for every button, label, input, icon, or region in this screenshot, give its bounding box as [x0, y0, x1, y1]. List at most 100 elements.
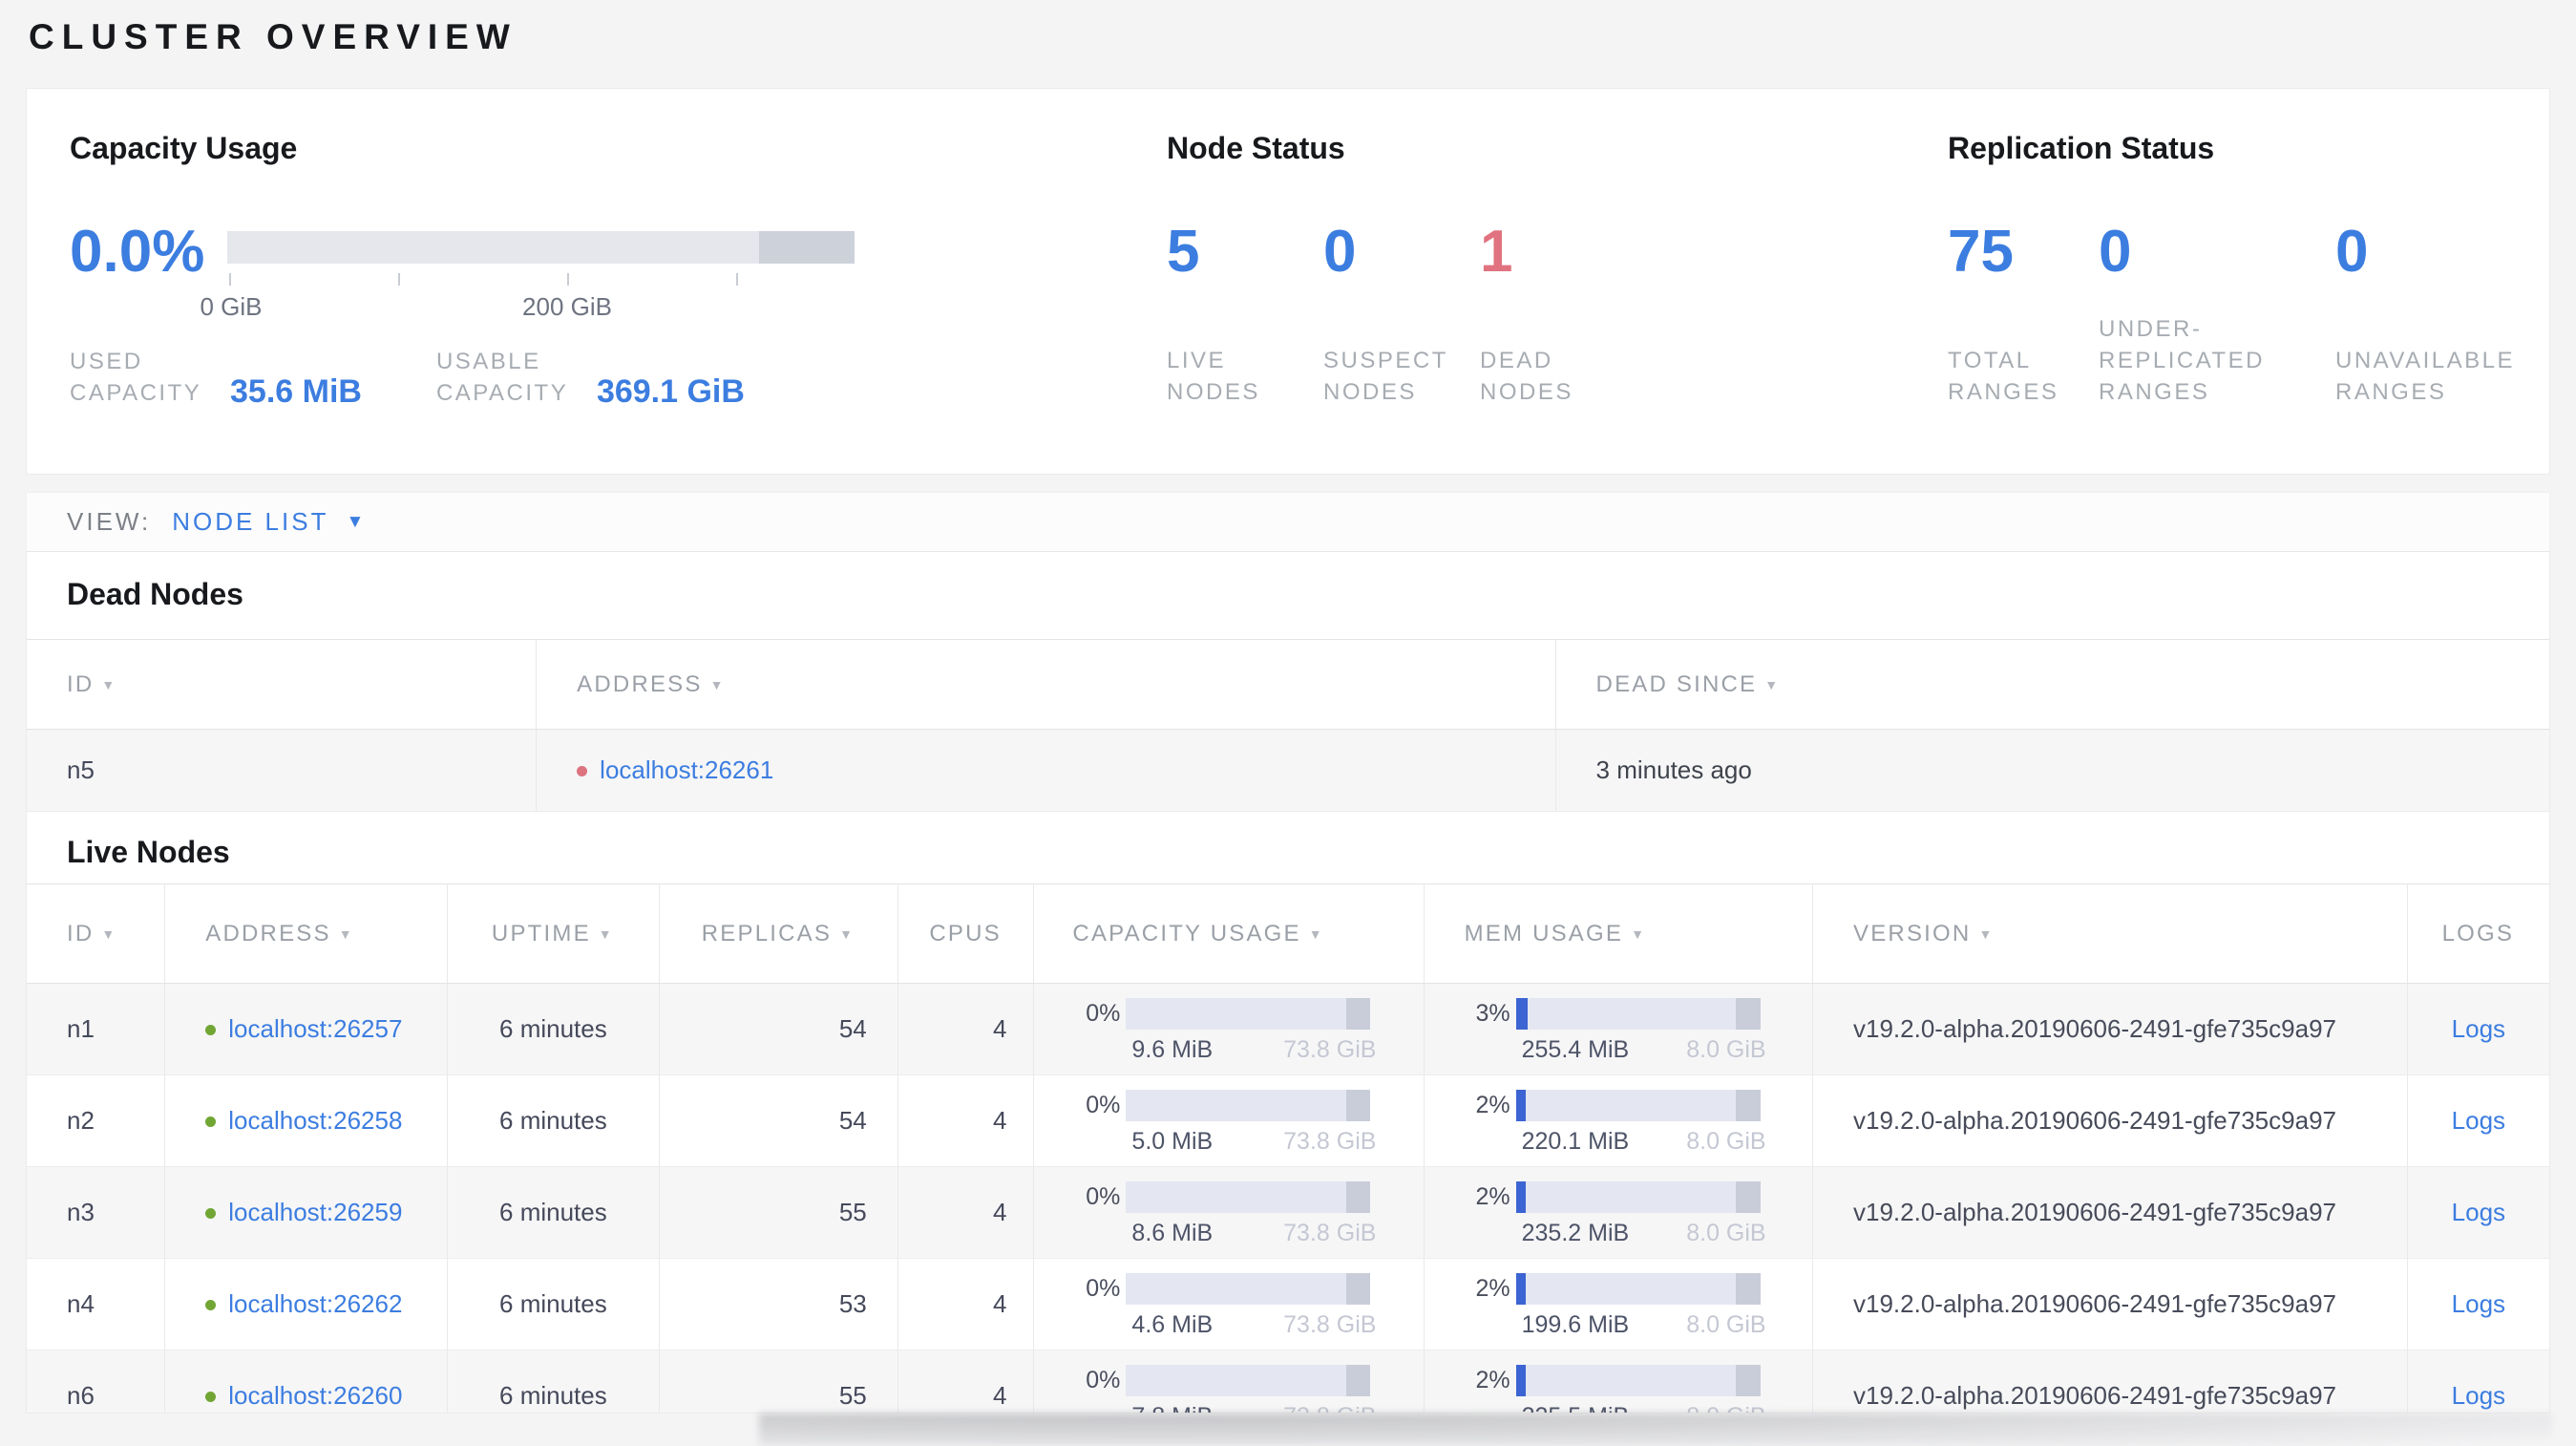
sort-desc-icon: ▼	[1631, 925, 1647, 942]
capacity-percent: 0%	[1086, 1000, 1121, 1027]
nodes-tables-card: Dead Nodes ID ▼ ADDRESS ▼ DEAD SINCE ▼ n5 l…	[26, 551, 2550, 1414]
capacity-usage-cell: 0% 5.0 MiB 73.8 GiB	[1033, 1074, 1425, 1167]
dead-nodes-header-row: ID ▼ ADDRESS ▼ DEAD SINCE ▼	[27, 639, 2549, 730]
unavailable-ranges-label: UNAVAILABLE RANGES	[2335, 348, 2516, 405]
live-node-row: n1 localhost:26257 6 minutes 54 4 0% 9.6…	[27, 983, 2549, 1075]
mem-total: 8.0 GiB	[1686, 1128, 1766, 1155]
capacity-usage-cell: 0% 8.6 MiB 73.8 GiB	[1033, 1166, 1425, 1259]
logs-link[interactable]: Logs	[2452, 1106, 2505, 1135]
version-cell: v19.2.0-alpha.20190606-2491-gfe735c9a97	[1812, 983, 2408, 1075]
sort-desc-icon: ▼	[1978, 925, 1995, 942]
sort-desc-icon: ▼	[101, 925, 117, 942]
capacity-percent: 0%	[1086, 1275, 1121, 1302]
dead-nodes-table: ID ▼ ADDRESS ▼ DEAD SINCE ▼ n5 localhost:26…	[27, 639, 2549, 812]
capacity-total: 73.8 GiB	[1283, 1311, 1377, 1338]
node-address-link[interactable]: localhost:26259	[228, 1198, 402, 1226]
chevron-down-icon[interactable]: ▼	[346, 513, 364, 531]
live-col-uptime[interactable]: UPTIME ▼	[447, 883, 661, 984]
mem-mini-bar	[1515, 1090, 1761, 1121]
under-replicated-ranges-stat: 0 UNDER- REPLICATED RANGES	[2099, 218, 2335, 408]
logs-link[interactable]: Logs	[2452, 1381, 2505, 1410]
logs-cell: Logs	[2407, 1258, 2549, 1350]
dead-col-dead-since[interactable]: DEAD SINCE ▼	[1555, 639, 2549, 730]
sort-desc-icon: ▼	[598, 925, 614, 942]
suspect-nodes-stat: 0 SUSPECT NODES	[1323, 218, 1480, 408]
dead-col-address[interactable]: ADDRESS ▼	[536, 639, 1556, 730]
node-address-cell: localhost:26260	[164, 1350, 448, 1413]
capacity-used: 7.8 MiB	[1131, 1403, 1213, 1413]
uptime-cell: 6 minutes	[447, 983, 661, 1075]
mem-total: 8.0 GiB	[1686, 1403, 1765, 1413]
logs-cell: Logs	[2407, 983, 2549, 1075]
live-nodes-heading: Live Nodes	[67, 835, 230, 869]
under-replicated-ranges-count: 0	[2099, 219, 2132, 285]
live-col-mem-usage[interactable]: MEM USAGE ▼	[1424, 883, 1814, 984]
logs-link[interactable]: Logs	[2452, 1014, 2505, 1043]
window-edge-shadow	[759, 1414, 2552, 1446]
capacity-used: 9.6 MiB	[1131, 1036, 1214, 1063]
capacity-usage-title: Capacity Usage	[70, 131, 298, 165]
live-nodes-label: LIVE NODES	[1167, 348, 1260, 405]
replication-status-section: Replication Status 75 TOTAL RANGES 0 UND…	[1948, 131, 2515, 474]
node-id-cell: n4	[27, 1258, 166, 1350]
mem-total: 8.0 GiB	[1686, 1220, 1766, 1246]
node-address-link[interactable]: localhost:26260	[228, 1381, 402, 1410]
capacity-total: 73.8 GiB	[1283, 1036, 1377, 1063]
unavailable-ranges-stat: 0 UNAVAILABLE RANGES	[2335, 218, 2515, 408]
node-id-cell: n1	[27, 983, 166, 1075]
used-capacity-label: USED CAPACITY	[70, 349, 202, 406]
capacity-percent-value: 0.0%	[70, 219, 205, 285]
replicas-cell: 54	[659, 1074, 898, 1167]
used-capacity-value: 35.6 MiB	[230, 373, 362, 410]
node-address-link[interactable]: localhost:26258	[228, 1106, 402, 1135]
node-id-cell: n6	[27, 1350, 166, 1413]
version-cell: v19.2.0-alpha.20190606-2491-gfe735c9a97	[1812, 1350, 2408, 1413]
node-address-link[interactable]: localhost:26257	[228, 1014, 402, 1043]
axis-tick-label: 0 GiB	[200, 292, 263, 321]
mem-mini-bar	[1515, 1365, 1761, 1396]
capacity-total: 73.8 GiB	[1283, 1403, 1376, 1413]
capacity-percent: 0%	[1086, 1183, 1121, 1210]
capacity-bar-track	[227, 231, 855, 264]
live-status-dot-icon	[205, 1208, 217, 1219]
live-node-row: n2 localhost:26258 6 minutes 54 4 0% 5.0…	[27, 1074, 2549, 1167]
logs-link[interactable]: Logs	[2452, 1198, 2505, 1226]
node-address-link[interactable]: localhost:26261	[600, 755, 773, 784]
live-nodes-stat: 5 LIVE NODES	[1167, 218, 1323, 408]
live-col-replicas[interactable]: REPLICAS ▼	[659, 883, 898, 984]
mem-used: 235.2 MiB	[1521, 1220, 1630, 1246]
view-mode-dropdown[interactable]: NODE LIST ▼	[151, 507, 364, 537]
dead-col-id[interactable]: ID ▼	[27, 639, 538, 730]
sort-desc-icon: ▼	[709, 676, 726, 692]
live-status-dot-icon	[205, 1025, 217, 1035]
node-address-cell: localhost:26262	[164, 1258, 448, 1350]
suspect-nodes-label: SUSPECT NODES	[1323, 348, 1448, 405]
mem-usage-cell: 2% 225.5 MiB 8.0 GiB	[1424, 1350, 1814, 1413]
live-col-cpus: CPUS	[897, 883, 1035, 984]
capacity-usage-section: Capacity Usage 0.0% 0 GiB 200 GiB USED C…	[70, 131, 1167, 474]
live-col-capacity-usage[interactable]: CAPACITY USAGE ▼	[1033, 883, 1425, 984]
node-id-cell: n3	[27, 1166, 166, 1259]
view-mode-selected[interactable]: NODE LIST	[172, 507, 328, 537]
mem-percent: 2%	[1475, 1367, 1510, 1393]
dead-nodes-label: DEAD NODES	[1480, 348, 1573, 405]
live-col-version[interactable]: VERSION ▼	[1812, 883, 2408, 984]
capacity-mini-bar	[1126, 1090, 1371, 1121]
live-col-address[interactable]: ADDRESS ▼	[164, 883, 448, 984]
cpus-cell: 4	[897, 983, 1035, 1075]
capacity-mini-bar	[1126, 1181, 1371, 1213]
mem-usage-cell: 2% 199.6 MiB 8.0 GiB	[1424, 1258, 1814, 1350]
node-address-link[interactable]: localhost:26262	[228, 1289, 402, 1318]
mem-used: 225.5 MiB	[1522, 1403, 1630, 1413]
uptime-cell: 6 minutes	[447, 1258, 661, 1350]
live-status-dot-icon	[205, 1300, 217, 1310]
view-bar: VIEW: NODE LIST ▼	[26, 492, 2550, 551]
uptime-cell: 6 minutes	[447, 1166, 661, 1259]
cpus-cell: 4	[897, 1258, 1035, 1350]
logs-link[interactable]: Logs	[2452, 1289, 2505, 1318]
axis-tick	[229, 273, 231, 286]
dead-node-row: n5 localhost:26261 3 minutes ago	[27, 729, 2549, 812]
node-address-cell: localhost:26259	[164, 1166, 448, 1259]
live-col-id[interactable]: ID ▼	[27, 883, 166, 984]
live-col-logs: LOGS	[2407, 883, 2549, 984]
